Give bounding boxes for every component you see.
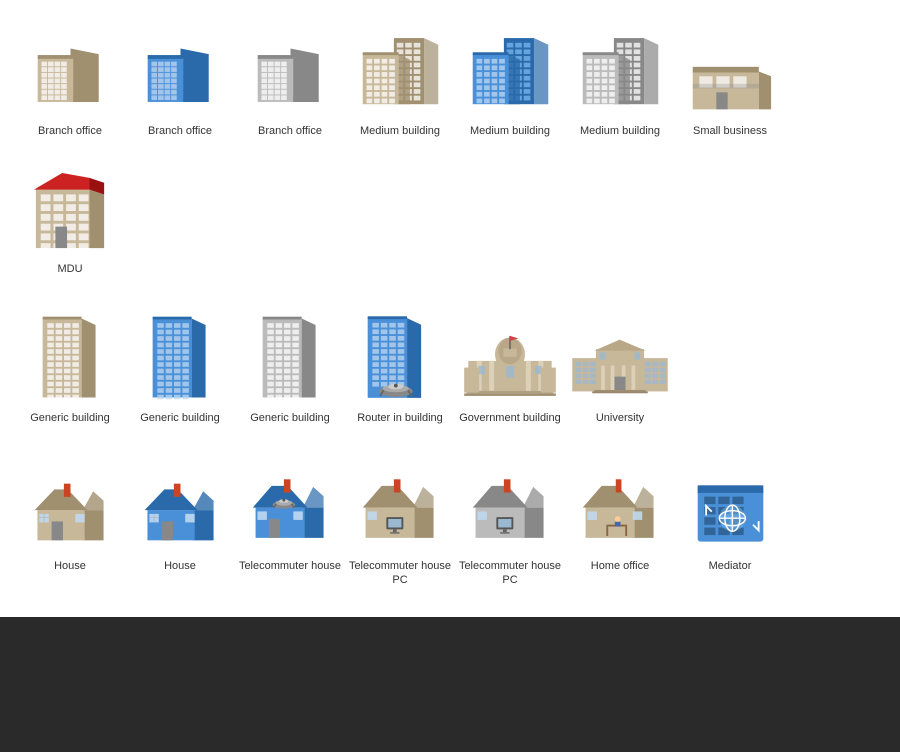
icon-item-branch-office-blue[interactable]: Branch office <box>125 20 235 138</box>
icon-grid: Branch office Branch office <box>10 20 890 607</box>
icon-item-medium-building-gray[interactable]: Medium building <box>565 20 675 138</box>
icon-wrapper <box>240 455 340 555</box>
icon-item-medium-building-beige[interactable]: Medium building <box>345 20 455 138</box>
icon-label: House <box>54 559 86 573</box>
icon-wrapper <box>460 307 560 407</box>
icon-wrapper <box>130 307 230 407</box>
icon-label: MDU <box>57 262 82 276</box>
icon-wrapper <box>20 158 120 258</box>
icon-item-small-business[interactable]: Small business <box>675 20 785 138</box>
icon-wrapper <box>570 307 670 407</box>
icon-label: Branch office <box>38 124 102 138</box>
dark-panel <box>0 617 900 752</box>
icon-item-telecommuter-house-pc[interactable]: Telecommuter house PC <box>345 455 455 588</box>
icon-label: Medium building <box>360 124 440 138</box>
icon-wrapper <box>130 20 230 120</box>
icon-label: Telecommuter house <box>239 559 341 573</box>
icon-wrapper <box>20 455 120 555</box>
icon-label: Router in building <box>357 411 443 425</box>
icon-item-house-beige[interactable]: House <box>15 455 125 588</box>
icon-item-branch-office-gray[interactable]: Branch office <box>235 20 345 138</box>
row-break-1 <box>15 445 885 455</box>
icon-item-generic-building-beige[interactable]: Generic building <box>15 307 125 425</box>
icon-label: House <box>164 559 196 573</box>
icon-wrapper <box>460 20 560 120</box>
icon-item-generic-building-blue[interactable]: Generic building <box>125 307 235 425</box>
icon-label: Mediator <box>709 559 752 573</box>
icon-label: Branch office <box>148 124 212 138</box>
icon-label: Telecommuter house PC <box>345 559 455 588</box>
icon-label: Generic building <box>140 411 220 425</box>
icon-wrapper <box>680 20 780 120</box>
icon-wrapper <box>570 20 670 120</box>
icon-wrapper <box>20 307 120 407</box>
icon-label: Government building <box>459 411 561 425</box>
icon-label: Telecommuter house PC <box>455 559 565 588</box>
icon-wrapper <box>240 20 340 120</box>
icon-wrapper <box>350 455 450 555</box>
icon-item-mediator[interactable]: Mediator <box>675 455 785 588</box>
icon-wrapper <box>460 455 560 555</box>
icon-wrapper <box>350 20 450 120</box>
icon-item-house-blue[interactable]: House <box>125 455 235 588</box>
icon-wrapper <box>350 307 450 407</box>
icon-label: Branch office <box>258 124 322 138</box>
icon-item-router-in-building[interactable]: Router in building <box>345 307 455 425</box>
icon-item-branch-office-beige[interactable]: Branch office <box>15 20 125 138</box>
icon-item-telecommuter-house-pc-gray[interactable]: Telecommuter house PC <box>455 455 565 588</box>
icon-item-government-building[interactable]: Government building <box>455 307 565 425</box>
icon-label: Home office <box>591 559 650 573</box>
icon-label: University <box>596 411 644 425</box>
icon-wrapper <box>680 455 780 555</box>
icon-panel: Branch office Branch office <box>0 0 900 617</box>
icon-item-telecommuter-house[interactable]: Telecommuter house <box>235 455 345 588</box>
icon-label: Medium building <box>470 124 550 138</box>
icon-wrapper <box>240 307 340 407</box>
row-break-0 <box>15 297 885 307</box>
icon-item-generic-building-gray[interactable]: Generic building <box>235 307 345 425</box>
icon-label: Medium building <box>580 124 660 138</box>
icon-item-medium-building-blue[interactable]: Medium building <box>455 20 565 138</box>
icon-item-home-office[interactable]: Home office <box>565 455 675 588</box>
icon-label: Generic building <box>250 411 330 425</box>
icon-wrapper <box>20 20 120 120</box>
icon-label: Generic building <box>30 411 110 425</box>
icon-item-mdu[interactable]: MDU <box>15 158 125 276</box>
icon-wrapper <box>570 455 670 555</box>
icon-label: Small business <box>693 124 767 138</box>
icon-item-university[interactable]: University <box>565 307 675 425</box>
icon-wrapper <box>130 455 230 555</box>
